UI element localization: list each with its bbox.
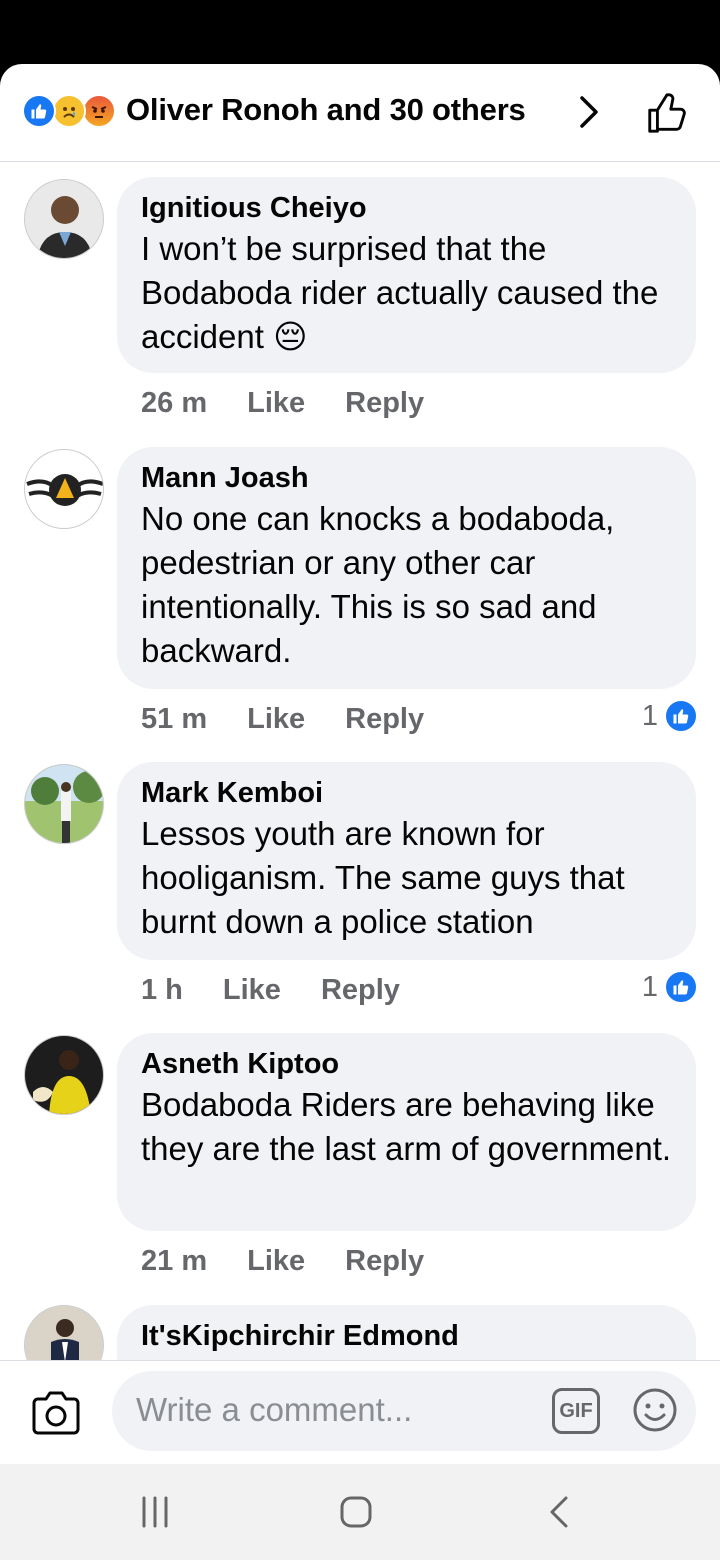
comment-list: Ignitious Cheiyo I won’t be surprised th… bbox=[0, 163, 720, 1360]
reply-link[interactable]: Reply bbox=[345, 387, 424, 420]
chevron-right-icon[interactable] bbox=[578, 94, 602, 130]
comment-actions: 1 h Like Reply bbox=[141, 970, 440, 1010]
comment-actions: 26 m Like Reply bbox=[141, 383, 464, 423]
comment-text: Lessos youth are known for hooliganism. … bbox=[141, 815, 625, 940]
comment-actions: 21 m Like Reply bbox=[141, 1241, 464, 1281]
like-link[interactable]: Like bbox=[247, 1245, 305, 1278]
comment-author[interactable]: Ignitious Cheiyo bbox=[141, 189, 672, 227]
status-bar bbox=[0, 0, 720, 64]
reaction-count[interactable]: 1 bbox=[642, 699, 698, 733]
back-icon[interactable] bbox=[546, 1494, 570, 1530]
comment-timestamp: 51 m bbox=[141, 702, 208, 735]
comment-input[interactable]: Write a comment... GIF bbox=[112, 1371, 696, 1451]
like-reaction-icon bbox=[22, 94, 56, 128]
comment-author[interactable]: Mann Joash bbox=[141, 459, 672, 497]
reply-link[interactable]: Reply bbox=[321, 974, 400, 1007]
avatar[interactable] bbox=[24, 1035, 104, 1115]
avatar[interactable] bbox=[24, 449, 104, 529]
comment-bubble[interactable]: Asneth Kiptoo Bodaboda Riders are behavi… bbox=[117, 1033, 696, 1231]
comment-timestamp: 1 h bbox=[141, 973, 183, 1006]
reply-link[interactable]: Reply bbox=[345, 1245, 424, 1278]
like-reaction-icon bbox=[664, 970, 698, 1004]
comment-text: I won’t be surprised that the Bodaboda r… bbox=[141, 230, 659, 355]
reactions-summary[interactable]: Oliver Ronoh and 30 others bbox=[126, 92, 526, 128]
comment-actions: 51 m Like Reply bbox=[141, 699, 464, 739]
reactions-header[interactable]: Oliver Ronoh and 30 others bbox=[0, 64, 720, 162]
angry-reaction-icon bbox=[82, 94, 116, 128]
emoji-icon[interactable] bbox=[632, 1387, 678, 1433]
comment-bubble[interactable]: Ignitious Cheiyo I won’t be surprised th… bbox=[117, 177, 696, 373]
avatar[interactable] bbox=[24, 764, 104, 844]
sad-reaction-icon bbox=[52, 94, 86, 128]
comment-bubble[interactable]: It'sKipchirchir Edmond bbox=[117, 1305, 696, 1360]
avatar[interactable] bbox=[24, 179, 104, 259]
comment-author[interactable]: It'sKipchirchir Edmond bbox=[141, 1317, 672, 1355]
comments-sheet: Oliver Ronoh and 30 others Ignitious Che… bbox=[0, 64, 720, 1464]
comment-author[interactable]: Asneth Kiptoo bbox=[141, 1045, 672, 1083]
comment-input-placeholder: Write a comment... bbox=[136, 1391, 413, 1428]
like-button-icon[interactable] bbox=[644, 90, 690, 136]
comment-text: Bodaboda Riders are behaving like they a… bbox=[141, 1086, 672, 1167]
reaction-icons bbox=[22, 94, 122, 130]
reaction-count-number: 1 bbox=[641, 970, 658, 1003]
comment-timestamp: 26 m bbox=[141, 386, 208, 419]
system-navigation-bar bbox=[0, 1464, 720, 1560]
home-icon[interactable] bbox=[338, 1494, 374, 1530]
like-link[interactable]: Like bbox=[247, 387, 305, 420]
reply-link[interactable]: Reply bbox=[345, 703, 424, 736]
recent-apps-icon[interactable] bbox=[138, 1494, 172, 1530]
reaction-count-number: 1 bbox=[641, 699, 658, 732]
reaction-count[interactable]: 1 bbox=[642, 970, 698, 1004]
camera-icon[interactable] bbox=[30, 1389, 82, 1437]
like-link[interactable]: Like bbox=[223, 974, 281, 1007]
comment-composer: Write a comment... GIF bbox=[0, 1360, 720, 1464]
gif-button[interactable]: GIF bbox=[552, 1388, 600, 1434]
comment-text: No one can knocks a bodaboda, pedestrian… bbox=[141, 500, 615, 669]
avatar[interactable] bbox=[24, 1305, 104, 1360]
comment-bubble[interactable]: Mann Joash No one can knocks a bodaboda,… bbox=[117, 447, 696, 689]
like-reaction-icon bbox=[664, 699, 698, 733]
comment-timestamp: 21 m bbox=[141, 1244, 208, 1277]
comment-bubble[interactable]: Mark Kemboi Lessos youth are known for h… bbox=[117, 762, 696, 960]
comment-author[interactable]: Mark Kemboi bbox=[141, 774, 672, 812]
like-link[interactable]: Like bbox=[247, 703, 305, 736]
